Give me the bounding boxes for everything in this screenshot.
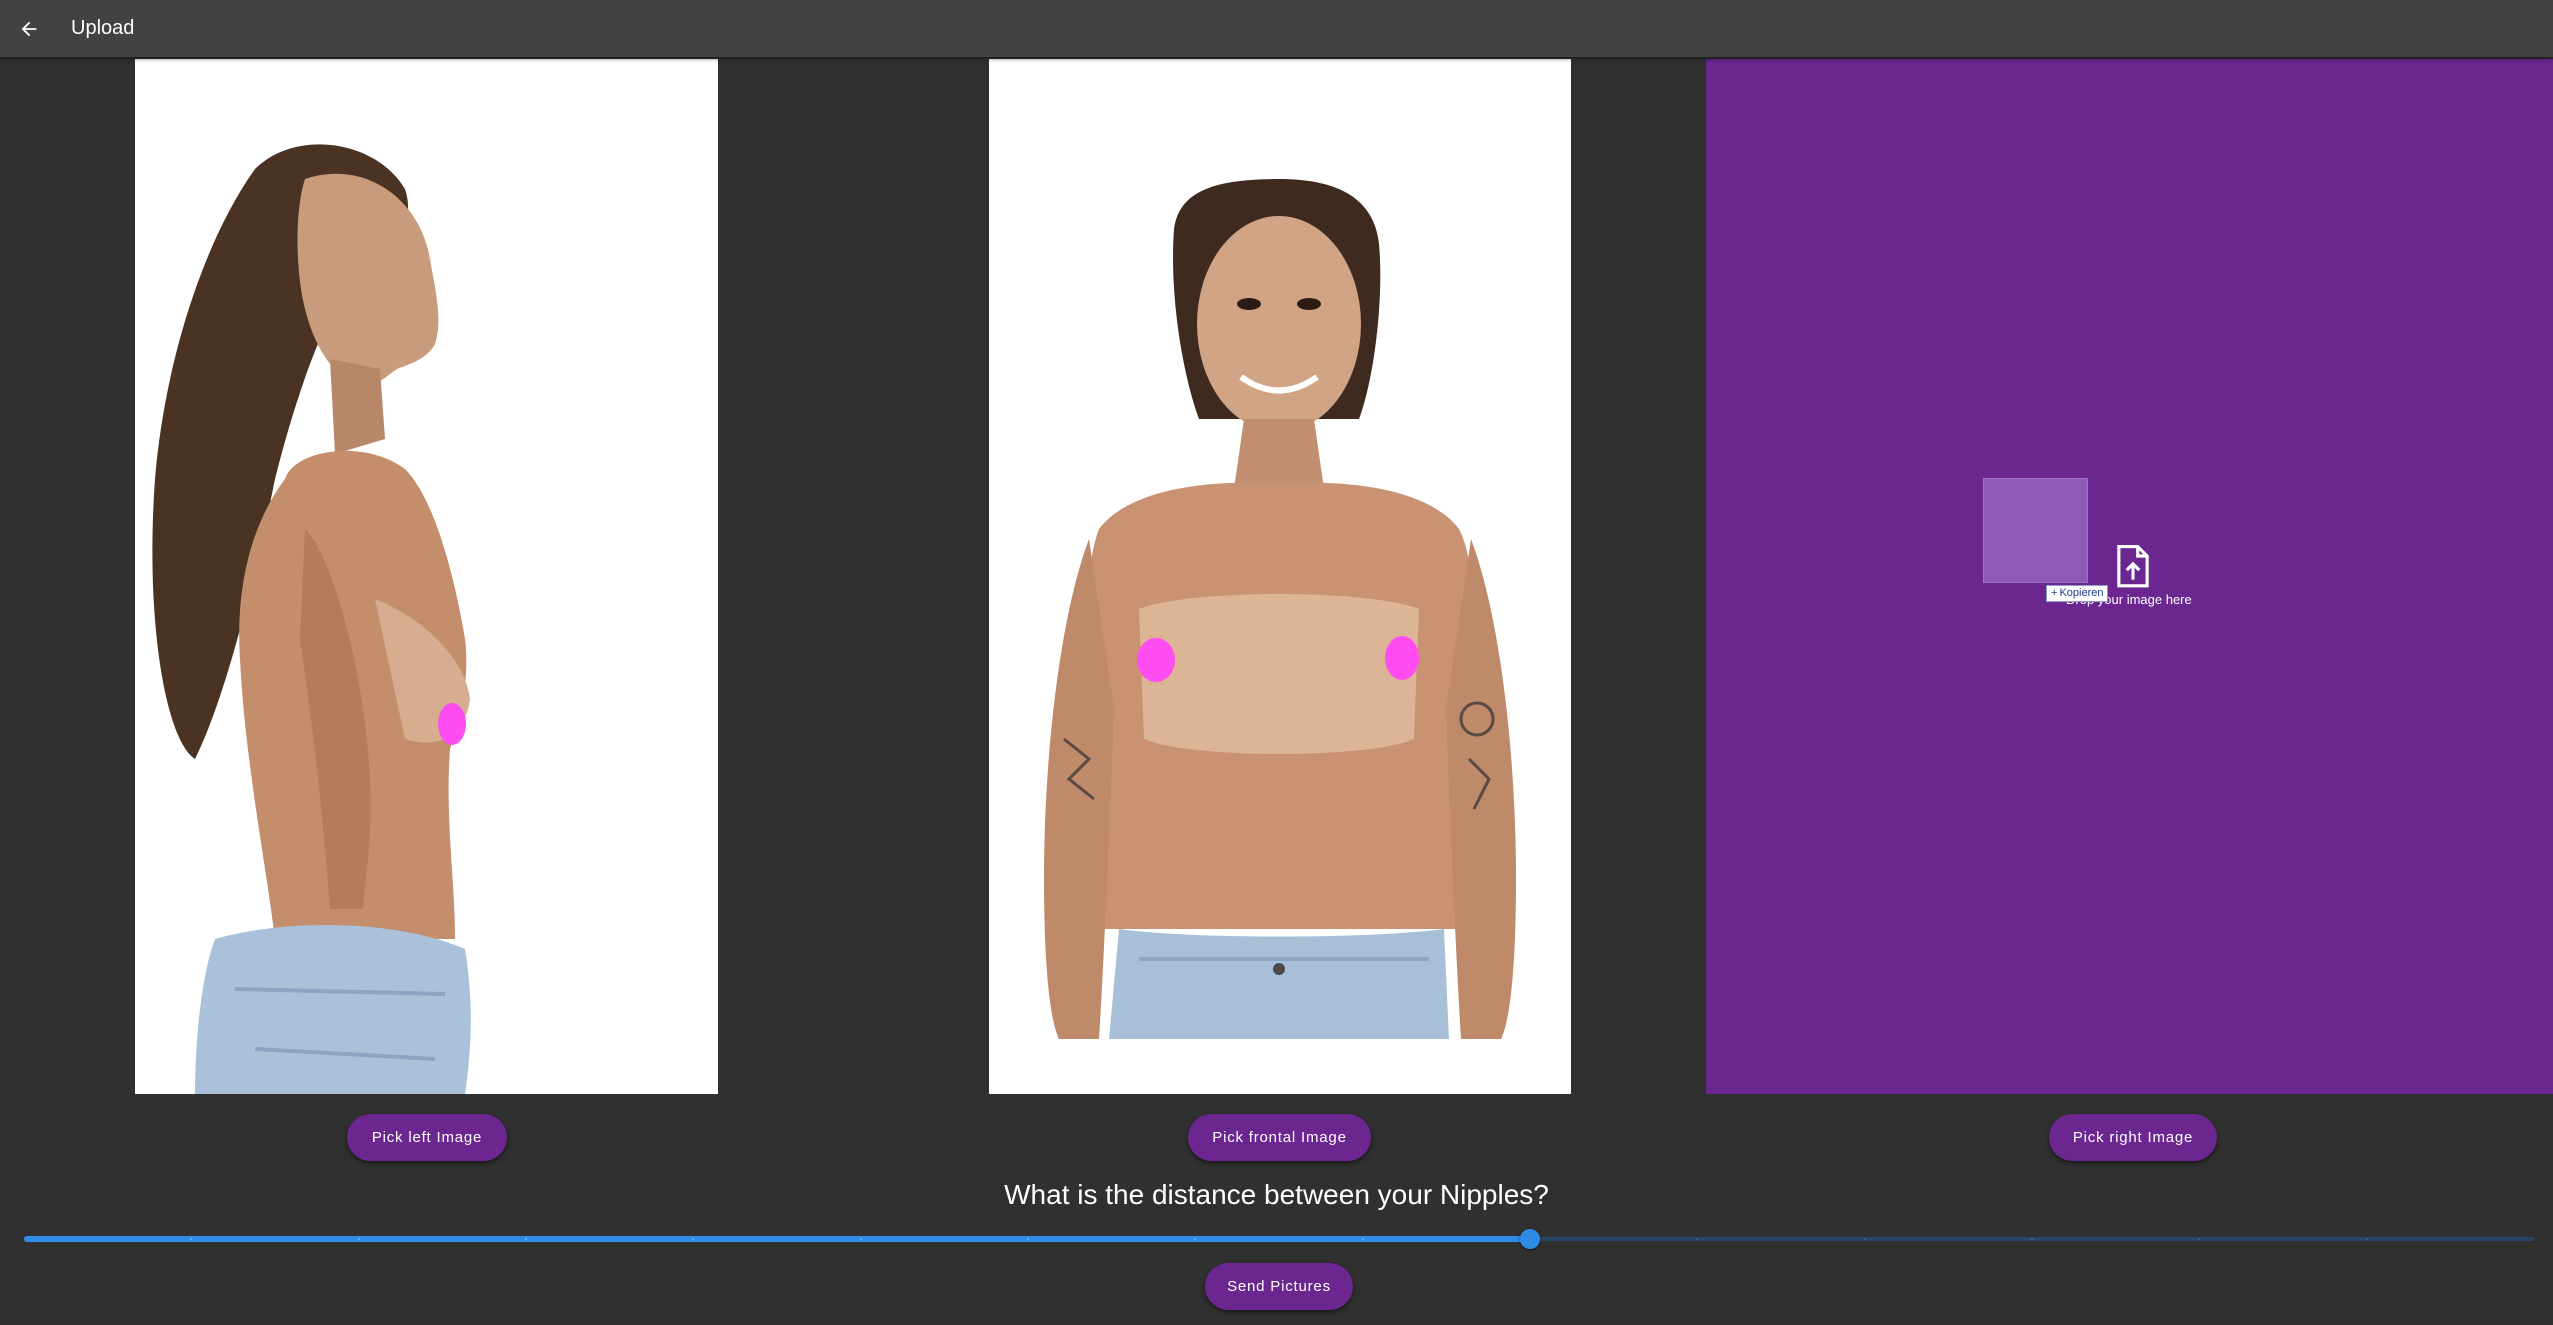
pick-left-image-button[interactable]: Pick left Image bbox=[347, 1114, 507, 1161]
left-image-panel bbox=[135, 59, 718, 1094]
slider-tick bbox=[1194, 1238, 1197, 1240]
side-profile-photo bbox=[135, 59, 718, 1094]
slider-ticks bbox=[24, 1238, 2534, 1240]
slider-tick bbox=[2031, 1238, 2033, 1240]
page-title: Upload bbox=[71, 17, 135, 39]
plus-icon: + bbox=[2051, 587, 2058, 599]
slider-tick bbox=[1027, 1238, 1029, 1240]
frontal-image-panel bbox=[989, 59, 1571, 1094]
copy-drag-badge: + Kopieren bbox=[2046, 585, 2109, 602]
slider-tick bbox=[1863, 1238, 1866, 1240]
arrow-back-icon bbox=[21, 21, 36, 36]
distance-question: What is the distance between your Nipple… bbox=[1004, 1179, 1549, 1210]
frontal-photo bbox=[989, 59, 1571, 1094]
pick-frontal-image-button[interactable]: Pick frontal Image bbox=[1188, 1114, 1371, 1161]
slider-thumb[interactable] bbox=[1520, 1229, 1540, 1249]
slider-tick bbox=[2365, 1238, 2368, 1240]
slider-tick bbox=[2198, 1238, 2201, 1240]
back-button[interactable] bbox=[0, 0, 57, 57]
copy-badge-label: Kopieren bbox=[2059, 587, 2104, 599]
file-upload-icon bbox=[2117, 545, 2149, 588]
slider-tick bbox=[357, 1238, 360, 1240]
slider-tick bbox=[859, 1238, 862, 1240]
app-bar: Upload bbox=[0, 0, 2553, 57]
slider-tick bbox=[525, 1238, 527, 1240]
right-image-dropzone[interactable]: Drop your image here + Kopieren bbox=[1706, 59, 2553, 1094]
distance-slider[interactable] bbox=[24, 1229, 2534, 1249]
drag-ghost-preview bbox=[1983, 478, 2088, 583]
slider-tick bbox=[692, 1238, 695, 1240]
slider-tick bbox=[190, 1238, 193, 1240]
send-pictures-button[interactable]: Send Pictures bbox=[1205, 1263, 1353, 1310]
slider-tick bbox=[1361, 1238, 1364, 1240]
slider-tick bbox=[1696, 1238, 1699, 1240]
pick-right-image-button[interactable]: Pick right Image bbox=[2049, 1114, 2217, 1161]
